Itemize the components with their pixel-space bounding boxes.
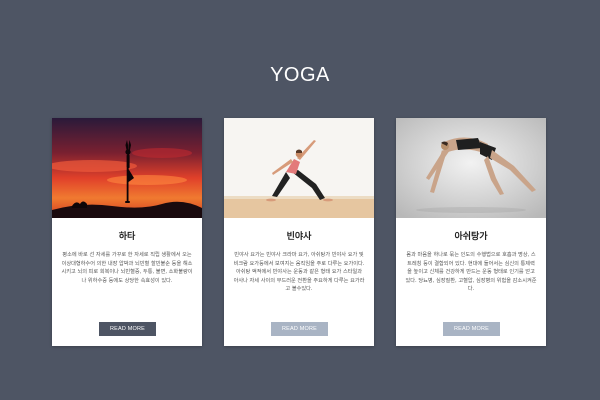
card-image-warrior-pose [224, 118, 374, 218]
card-description: 몸과 마음을 하나로 묶는 인도의 수행법으로 호흡과 명상, 스트레칭 등이 … [405, 252, 537, 293]
page-title: YOGA [270, 64, 330, 86]
card-vinyasa: 빈야사 빈야사 요가는 빈야사 크라마 요가, 아쉬탕가 빈야사 요가 및 비크… [224, 118, 374, 346]
read-more-button[interactable]: READ MORE [271, 322, 328, 336]
card-title: 빈야사 [286, 232, 312, 242]
card-description: 평소에 바로 선 자세를 가꾸로 한 자세로 직립 생활에서 오는 이상대형하수… [61, 252, 193, 284]
card-title: 하타 [118, 232, 136, 242]
card-description: 빈야사 요가는 빈야사 크라마 요가, 아쉬탕가 빈야사 요가 및 비크람 요가… [233, 252, 365, 293]
card-ashtanga: 아쉬탕가 몸과 마음을 하나로 묶는 인도의 수행법으로 호흡과 명상, 스트레… [396, 118, 546, 346]
card-list: 하타 평소에 바로 선 자세를 가꾸로 한 자세로 직립 생활에서 오는 이상대… [52, 118, 548, 348]
card-hatha: 하타 평소에 바로 선 자세를 가꾸로 한 자세로 직립 생활에서 오는 이상대… [52, 118, 202, 346]
warrior-pose-image [224, 118, 374, 218]
read-more-button[interactable]: READ MORE [99, 322, 156, 336]
card-image-sunset-yoga [52, 118, 202, 218]
card-title: 아쉬탕가 [454, 232, 488, 242]
card-image-wheel-pose [396, 118, 546, 218]
read-more-button[interactable]: READ MORE [443, 322, 500, 336]
wheel-pose-image [396, 118, 546, 218]
sunset-tree-pose-image [52, 118, 202, 218]
